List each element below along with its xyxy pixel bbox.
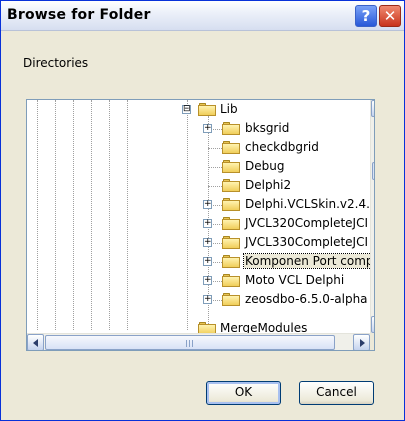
folder-icon [222,255,240,268]
expand-box-icon[interactable]: + [203,238,212,247]
tree-item-label: JVCL330CompleteJCI [245,235,369,249]
tree-item-label: zeosdbo-6.5.0-alpha [245,292,368,306]
folder-icon [222,122,240,135]
tree-item-label: Lib [220,102,238,116]
tree-item-delphi-vclskin[interactable]: + Delphi.VCLSkin.v2.4. [27,195,370,215]
tree-item-lib[interactable]: ⊟ Lib [27,100,357,120]
tree-item-komponen-port[interactable]: + Komponen Port comp [27,252,374,272]
horizontal-scroll-thumb[interactable] [45,335,335,350]
folder-icon [222,293,240,306]
directories-label: Directories [23,56,89,70]
scroll-down-button[interactable] [371,316,374,333]
folder-icon [222,236,240,249]
vertical-scroll-thumb[interactable] [372,162,374,180]
expand-box-icon[interactable]: + [203,257,212,266]
tree-item-label: Delphi.VCLSkin.v2.4. [245,197,370,211]
close-x-icon: ✕ [383,7,397,25]
help-button[interactable]: ? [355,5,377,27]
folder-open-icon [198,103,216,116]
scroll-left-button[interactable] [27,334,44,350]
tree-item-checkdbgrid[interactable]: checkdbgrid [27,138,357,158]
question-icon: ? [361,7,371,25]
folder-icon [222,274,240,287]
tree-item-label: checkdbgrid [245,140,319,154]
tree-item-label: bksgrid [245,121,290,135]
horizontal-scrollbar[interactable] [27,333,370,350]
tree-item-debug[interactable]: Debug [27,157,357,177]
scroll-up-button[interactable] [371,100,374,117]
window-title: Browse for Folder [7,7,151,23]
ok-button[interactable]: OK [206,381,281,405]
folder-icon [222,198,240,211]
tree-item-label: Delphi2 [245,178,292,192]
folder-icon [222,179,240,192]
expand-box-icon[interactable]: + [203,124,212,133]
folder-tree[interactable]: ⊟ Lib + bksgrid checkdbgrid Debug Delphi… [26,99,375,351]
title-bar[interactable]: Browse for Folder ? ✕ [1,1,404,31]
grip-icon [186,340,195,347]
scrollbar-corner [370,333,374,350]
expand-box-icon[interactable]: + [203,295,212,304]
tree-item-label-selected: Komponen Port comp [243,253,374,269]
expand-box-icon[interactable]: + [203,200,212,209]
folder-icon [222,217,240,230]
tree-item-bksgrid[interactable]: + bksgrid [27,119,357,139]
tree-item-jvcl330[interactable]: + JVCL330CompleteJCI [27,233,368,253]
tree-item-label: Moto VCL Delphi [245,273,345,287]
tree-item-delphi2[interactable]: Delphi2 [27,176,357,196]
tree-item-zeosdbo[interactable]: + zeosdbo-6.5.0-alpha [27,290,368,310]
folder-icon [222,160,240,173]
chevron-right-icon [360,339,365,347]
cancel-button[interactable]: Cancel [299,381,374,405]
tree-item-label: JVCL320CompleteJCI [245,216,369,230]
tree-item-jvcl320[interactable]: + JVCL320CompleteJCI [27,214,368,234]
expand-box-icon[interactable]: + [203,276,212,285]
tree-item-label: Debug [245,159,285,173]
collapse-box-icon[interactable]: ⊟ [182,105,191,114]
browse-for-folder-dialog: Browse for Folder ? ✕ Directories ⊟ Lib … [0,0,405,421]
scroll-right-button[interactable] [353,334,370,350]
tree-item-moto-vcl[interactable]: + Moto VCL Delphi [27,271,357,291]
expand-box-icon[interactable]: + [203,219,212,228]
chevron-left-icon [33,339,38,347]
close-button[interactable]: ✕ [379,5,401,27]
folder-icon [222,141,240,154]
vertical-scrollbar[interactable] [370,100,374,333]
